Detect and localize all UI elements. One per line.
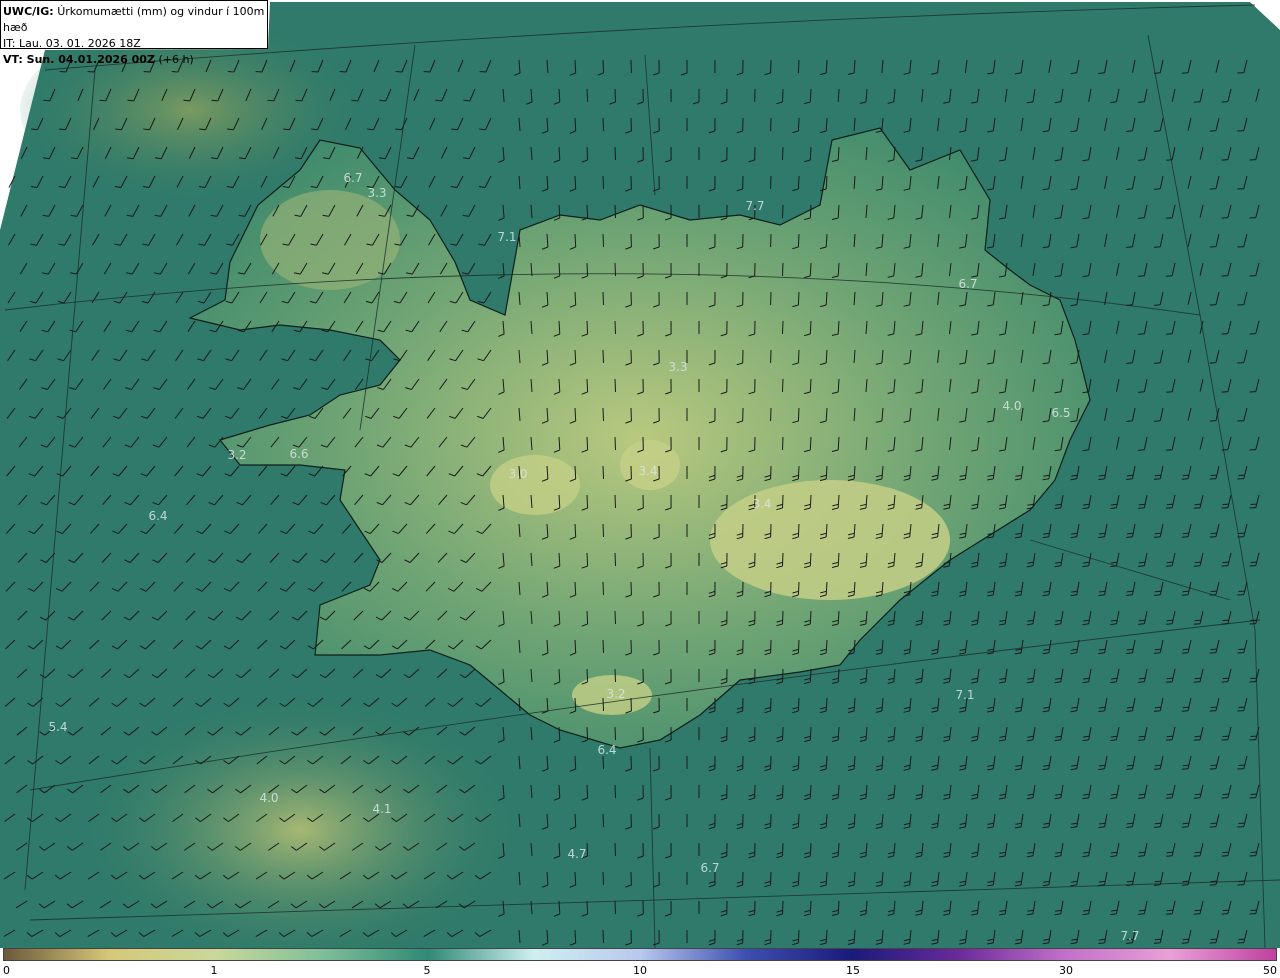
forecast-hour: (+6 h): [158, 53, 194, 66]
wind-barb: [797, 59, 800, 74]
wind-barb: [614, 726, 616, 741]
wind-barb: [602, 813, 604, 828]
wind-barb: [602, 697, 604, 712]
colorbar-tick: 15: [846, 964, 860, 977]
wind-barb: [614, 146, 616, 161]
wind-barb: [782, 436, 784, 451]
wind-barb: [602, 581, 604, 596]
init-time: IT: Lau. 03. 01. 2026 18Z: [3, 37, 141, 50]
precip-value-label: 4.1: [372, 802, 391, 816]
map-legend: UWC/IG: Úrkomumætti (mm) og vindur í 100…: [0, 0, 268, 66]
model-name: UWC/IG:: [3, 5, 54, 18]
precip-value-label: 7.1: [955, 688, 974, 702]
wind-barb: [782, 204, 784, 219]
precip-value-label: 3.4: [752, 497, 771, 511]
precip-value-label: 6.4: [148, 509, 167, 523]
colorbar-tick: 50: [1263, 964, 1277, 977]
colorbar-tick: 0: [3, 964, 10, 977]
wind-barb: [602, 523, 604, 538]
wind-barb: [782, 320, 784, 335]
precip-value-label: 4.7: [567, 847, 586, 861]
wind-barb: [614, 494, 616, 509]
wind-barb: [602, 465, 604, 480]
precip-value-label: 3.3: [668, 360, 687, 374]
wind-barb: [614, 378, 616, 393]
wind-barb: [614, 552, 616, 567]
wind-barb: [614, 204, 616, 219]
precip-value-label: 6.4: [597, 743, 616, 757]
precip-value-label: 3.3: [367, 186, 386, 200]
vatnajokull: [710, 480, 950, 600]
precip-value-label: 6.5: [1051, 406, 1070, 420]
wind-barb: [586, 88, 589, 103]
precip-value-label: 4.0: [1002, 399, 1021, 413]
wind-barb: [602, 639, 604, 654]
wind-barb: [782, 146, 784, 161]
precip-value-label: 5.4: [48, 720, 67, 734]
precip-value-label: 7.7: [745, 199, 764, 213]
precip-value-label: 6.7: [343, 171, 362, 185]
wind-barb: [602, 755, 604, 770]
wind-barb: [614, 610, 616, 625]
wind-barb: [782, 262, 784, 277]
wind-barb: [602, 871, 604, 886]
wind-barb: [614, 784, 616, 799]
precip-value-label: 7.7: [1120, 929, 1139, 943]
wind-barb: [614, 668, 616, 683]
wind-barb: [614, 320, 616, 335]
precip-value-label: 7.1: [497, 230, 516, 244]
precip-value-label: 3.2: [606, 687, 625, 701]
valid-time: VT: Sun. 04.01.2026 00Z: [3, 53, 155, 66]
precip-value-label: 3.4: [638, 464, 657, 478]
colorbar-tick: 30: [1059, 964, 1073, 977]
precip-value-label: 6.7: [958, 277, 977, 291]
precip-value-label: 4.0: [259, 791, 278, 805]
colorbar-tick: 10: [633, 964, 647, 977]
westfjords-highland: [260, 190, 400, 290]
south-precip-patch: [90, 700, 510, 948]
precip-value-label: 6.6: [289, 447, 308, 461]
weather-map: 6.7 3.3 7.7 7.1 6.7 3.3 4.0 6.5 3.2 6.6 3.0 3.4 3.4 6…: [0, 0, 1280, 948]
precip-value-label: 3.2: [227, 448, 246, 462]
colorbar-tick: 5: [423, 964, 431, 977]
wind-barb: [602, 291, 604, 306]
wind-barb: [602, 175, 604, 190]
wind-barb: [602, 117, 604, 132]
colorbar-tick: 1: [210, 964, 218, 977]
colorbar: [3, 948, 1277, 961]
wind-barb: [602, 929, 604, 944]
wind-barb: [614, 436, 616, 451]
wind-barb: [782, 378, 784, 393]
wind-barb: [614, 842, 616, 857]
wind-barb: [602, 233, 604, 248]
wind-barb: [602, 407, 604, 422]
wind-barb: [614, 262, 616, 277]
precip-value-label: 3.0: [508, 467, 527, 481]
wind-barb: [602, 349, 604, 364]
map-canvas: 6.7 3.3 7.7 7.1 6.7 3.3 4.0 6.5 3.2 6.6 3.0 3.4 3.4 6…: [0, 0, 1280, 948]
precip-value-label: 6.7: [700, 861, 719, 875]
wind-barb: [614, 900, 616, 915]
